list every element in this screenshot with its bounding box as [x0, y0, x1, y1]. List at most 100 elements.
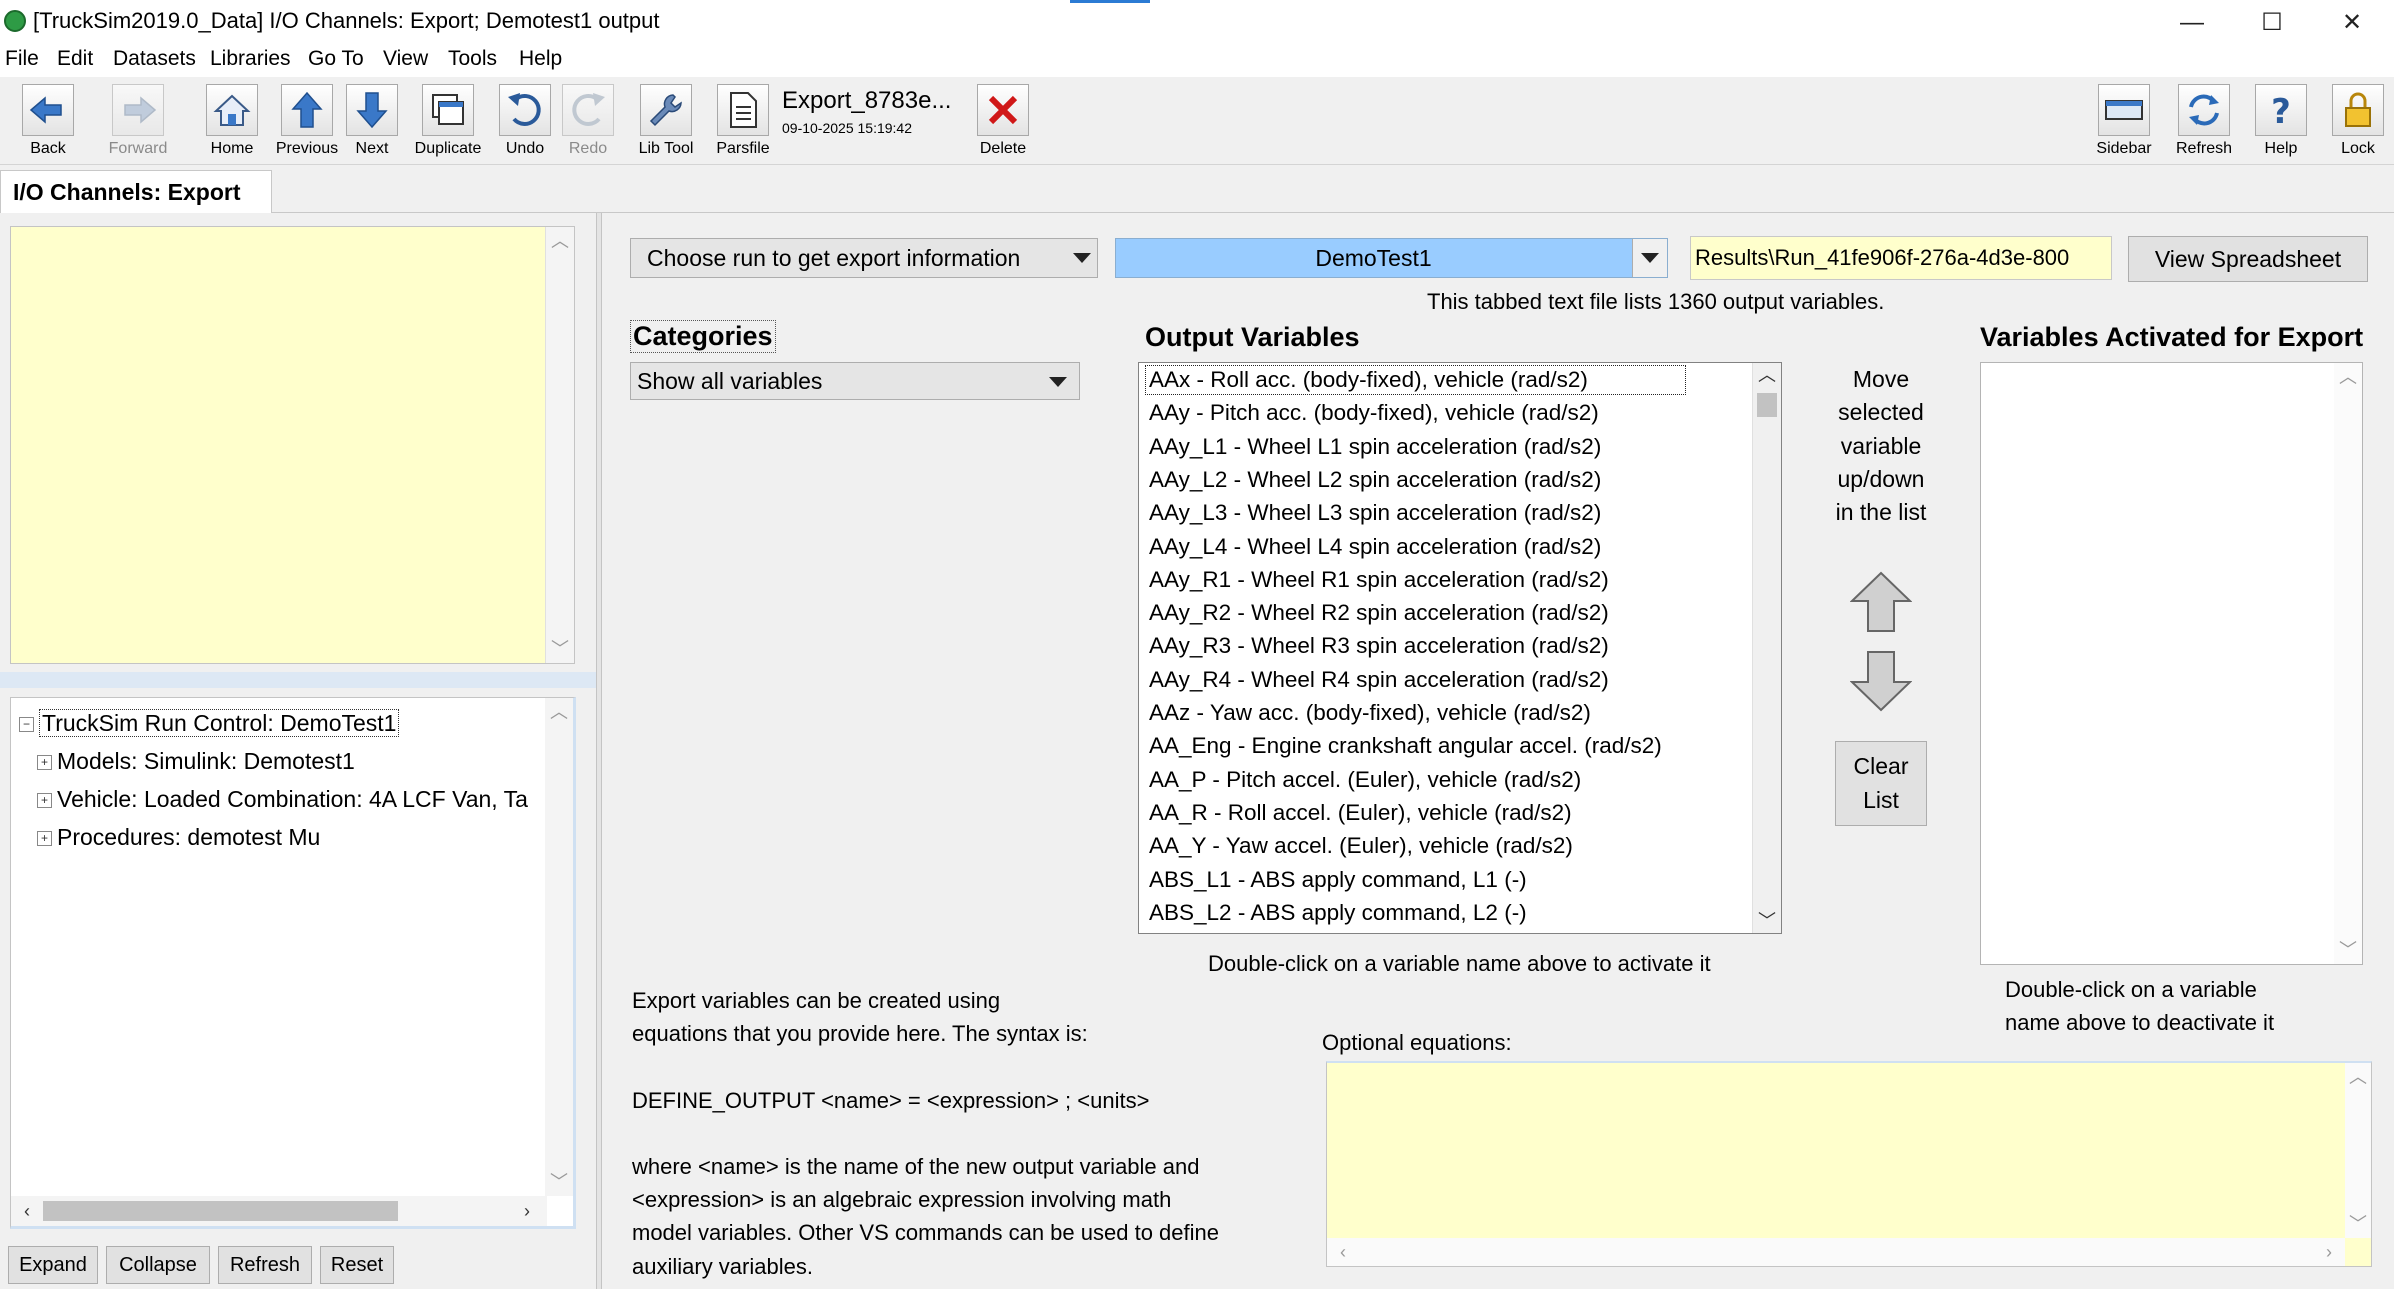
help-icon: ?: [2255, 84, 2307, 136]
output-variable-item[interactable]: AAy_L1 - Wheel L1 spin acceleration (rad…: [1149, 434, 1601, 460]
output-variable-item[interactable]: AA_R - Roll accel. (Euler), vehicle (rad…: [1149, 800, 1572, 826]
collapse-icon[interactable]: −: [19, 717, 34, 733]
tree-item-procedures[interactable]: + Procedures: demotest Mu: [37, 824, 320, 851]
output-variable-item[interactable]: AAy_R4 - Wheel R4 spin acceleration (rad…: [1149, 667, 1609, 693]
scroll-up-icon[interactable]: ︿: [545, 700, 573, 724]
activated-variables-list[interactable]: ︿ ﹀: [1980, 362, 2363, 965]
notes-textarea[interactable]: ︿ ﹀: [10, 226, 575, 664]
menu-file[interactable]: File: [5, 47, 39, 71]
output-variable-item[interactable]: ABS_L2 - ABS apply command, L2 (-): [1149, 900, 1527, 926]
refresh-button[interactable]: Refresh: [2168, 80, 2240, 162]
tree-root-item[interactable]: − TruckSim Run Control: DemoTest1: [19, 709, 400, 737]
collapse-button[interactable]: Collapse: [106, 1246, 210, 1284]
output-variable-item[interactable]: AAy - Pitch acc. (body-fixed), vehicle (…: [1149, 400, 1599, 426]
choose-run-dropdown[interactable]: Choose run to get export information: [630, 238, 1098, 278]
menu-datasets[interactable]: Datasets: [113, 47, 196, 71]
view-spreadsheet-button[interactable]: View Spreadsheet: [2128, 236, 2368, 282]
scroll-down-icon[interactable]: ﹀: [545, 1170, 573, 1194]
equations-hscrollbar[interactable]: ‹ ›: [1327, 1238, 2345, 1266]
output-variables-list[interactable]: AAx - Roll acc. (body-fixed), vehicle (r…: [1138, 362, 1782, 934]
back-arrow-icon: [22, 84, 74, 136]
vertical-divider[interactable]: [596, 213, 602, 1289]
scroll-right-icon[interactable]: ›: [2315, 1240, 2343, 1264]
output-variable-item[interactable]: AAy_L4 - Wheel L4 spin acceleration (rad…: [1149, 534, 1601, 560]
menu-view[interactable]: View: [383, 47, 428, 71]
tree-vscrollbar[interactable]: ︿ ﹀: [545, 698, 573, 1196]
delete-button[interactable]: Delete: [967, 80, 1039, 162]
output-variable-item[interactable]: AA_Y - Yaw accel. (Euler), vehicle (rad/…: [1149, 833, 1573, 859]
run-select[interactable]: DemoTest1: [1115, 238, 1668, 278]
minimize-button[interactable]: —: [2152, 0, 2232, 45]
output-list-scrollbar[interactable]: ︿ ﹀: [1752, 363, 1781, 933]
window-title: [TruckSim2019.0_Data] I/O Channels: Expo…: [33, 8, 660, 33]
tree-item-models[interactable]: + Models: Simulink: Demotest1: [37, 748, 355, 775]
output-list-scroll-thumb[interactable]: [1757, 393, 1777, 417]
output-variable-item[interactable]: AAz - Yaw acc. (body-fixed), vehicle (ra…: [1149, 700, 1591, 726]
tab-io-channels-export[interactable]: I/O Channels: Export: [0, 170, 272, 214]
home-button[interactable]: Home: [196, 80, 268, 162]
optional-equations-textarea[interactable]: ︿ ﹀ ‹ ›: [1326, 1061, 2372, 1267]
output-variable-item[interactable]: AAy_R3 - Wheel R3 spin acceleration (rad…: [1149, 633, 1609, 659]
equations-vscrollbar[interactable]: ︿ ﹀: [2345, 1063, 2371, 1238]
menu-bar: File Edit Datasets Libraries Go To View …: [0, 45, 2394, 77]
move-up-button[interactable]: [1849, 571, 1913, 633]
refresh-icon: [2178, 84, 2230, 136]
scroll-left-icon[interactable]: ‹: [13, 1199, 41, 1223]
menu-libraries[interactable]: Libraries: [210, 47, 291, 71]
tree-refresh-button[interactable]: Refresh: [218, 1246, 312, 1284]
scroll-down-icon[interactable]: ﹀: [1753, 909, 1781, 933]
run-select-toggle[interactable]: [1632, 239, 1667, 277]
close-window-button[interactable]: ✕: [2312, 0, 2392, 45]
menu-tools[interactable]: Tools: [448, 47, 497, 71]
menu-goto[interactable]: Go To: [308, 47, 364, 71]
results-path-field[interactable]: Results\Run_41fe906f-276a-4d3e-800: [1690, 236, 2112, 280]
scroll-up-icon[interactable]: ︿: [1753, 363, 1781, 387]
output-variable-item[interactable]: AAy_L2 - Wheel L2 spin acceleration (rad…: [1149, 467, 1601, 493]
scroll-down-icon[interactable]: ﹀: [2345, 1212, 2371, 1236]
output-variable-item[interactable]: AAy_R1 - Wheel R1 spin acceleration (rad…: [1149, 567, 1609, 593]
next-button[interactable]: Next: [336, 80, 408, 162]
up-arrow-icon: [281, 84, 333, 136]
app-icon: [4, 10, 26, 32]
tree-hscrollbar[interactable]: ‹ ›: [11, 1196, 547, 1226]
activated-list-scrollbar[interactable]: ︿ ﹀: [2334, 363, 2362, 964]
expand-icon[interactable]: +: [37, 755, 52, 771]
back-button[interactable]: Back: [10, 80, 86, 162]
duplicate-button[interactable]: Duplicate: [412, 80, 484, 162]
scroll-left-icon[interactable]: ‹: [1329, 1240, 1357, 1264]
expand-icon[interactable]: +: [37, 831, 52, 847]
scroll-up-icon[interactable]: ︿: [2334, 365, 2362, 389]
tree-hscroll-thumb[interactable]: [43, 1201, 398, 1221]
maximize-button[interactable]: ☐: [2232, 0, 2312, 45]
output-variable-item[interactable]: AAy_L3 - Wheel L3 spin acceleration (rad…: [1149, 500, 1601, 526]
scroll-down-icon[interactable]: ﹀: [2334, 938, 2362, 962]
expand-button[interactable]: Expand: [8, 1246, 98, 1284]
output-variable-item[interactable]: AA_P - Pitch accel. (Euler), vehicle (ra…: [1149, 767, 1581, 793]
menu-help[interactable]: Help: [519, 47, 562, 71]
lock-button[interactable]: Lock: [2322, 80, 2394, 162]
scroll-down-icon[interactable]: ﹀: [546, 637, 574, 661]
output-variable-item[interactable]: ABS_L1 - ABS apply command, L1 (-): [1149, 867, 1527, 893]
scroll-right-icon[interactable]: ›: [513, 1199, 541, 1223]
output-variable-item[interactable]: AAy_R2 - Wheel R2 spin acceleration (rad…: [1149, 600, 1609, 626]
output-variables-label: Output Variables: [1145, 322, 1360, 352]
sidebar-button[interactable]: Sidebar: [2088, 80, 2160, 162]
move-down-button[interactable]: [1849, 650, 1913, 712]
lib-tool-button[interactable]: Lib Tool: [630, 80, 702, 162]
reset-button[interactable]: Reset: [320, 1246, 394, 1284]
parsfile-button[interactable]: Parsfile: [707, 80, 779, 162]
scroll-up-icon[interactable]: ︿: [546, 229, 574, 253]
scroll-up-icon[interactable]: ︿: [2345, 1065, 2371, 1089]
output-variable-item[interactable]: AAx - Roll acc. (body-fixed), vehicle (r…: [1145, 365, 1686, 395]
clear-list-button[interactable]: Clear List: [1835, 741, 1927, 826]
help-button[interactable]: ? Help: [2245, 80, 2317, 162]
menu-edit[interactable]: Edit: [57, 47, 93, 71]
redo-button[interactable]: Redo: [552, 80, 624, 162]
notes-scrollbar[interactable]: ︿ ﹀: [545, 227, 574, 663]
categories-dropdown[interactable]: Show all variables: [630, 362, 1080, 400]
pane-splitter[interactable]: [0, 672, 596, 688]
output-variable-item[interactable]: AA_Eng - Engine crankshaft angular accel…: [1149, 733, 1662, 759]
expand-icon[interactable]: +: [37, 793, 52, 809]
tree-item-vehicle[interactable]: + Vehicle: Loaded Combination: 4A LCF Van…: [37, 786, 528, 813]
forward-button[interactable]: Forward: [100, 80, 176, 162]
